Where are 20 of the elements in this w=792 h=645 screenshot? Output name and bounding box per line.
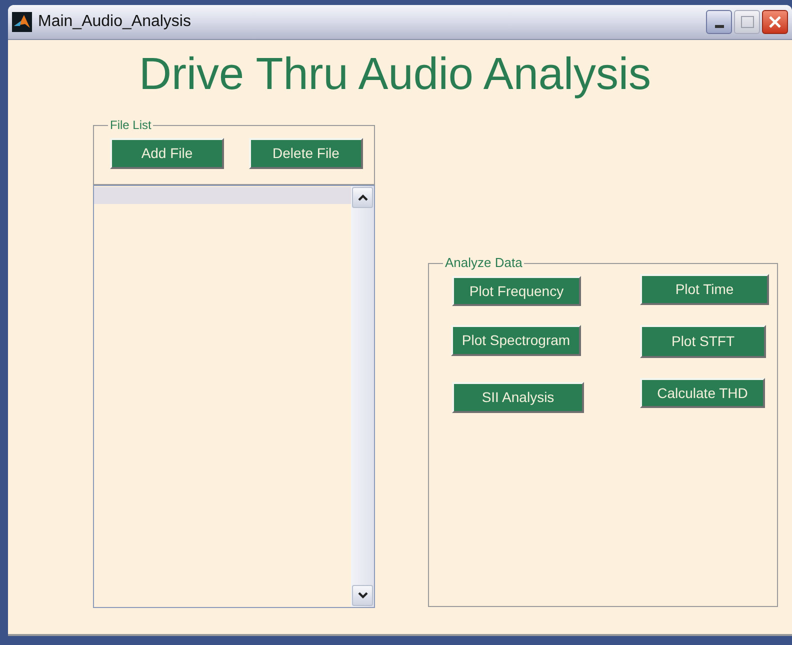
app-logo-icon [12,12,32,32]
analysis-button[interactable]: Plot Spectrogram [451,325,581,356]
analysis-button[interactable]: Plot Time [640,274,769,305]
scroll-up-button[interactable] [352,187,373,208]
file-button[interactable]: Delete File [249,138,363,169]
analysis-button[interactable]: Plot Frequency [452,276,581,306]
app-heading: Drive Thru Audio Analysis [139,50,651,98]
close-icon [768,15,782,29]
panel-title: Analyze Data [443,255,524,271]
chevron-up-icon [358,194,368,201]
analysis-button[interactable]: SII Analysis [452,382,584,413]
window-title: Main_Audio_Analysis [38,12,192,32]
minimize-button[interactable] [706,10,732,34]
file-button[interactable]: Add File [110,138,224,169]
analysis-button[interactable]: Plot STFT [640,325,766,358]
scrollbar[interactable] [351,186,374,607]
scroll-down-button[interactable] [352,585,373,606]
analysis-button[interactable]: Calculate THD [640,378,765,408]
close-button[interactable] [762,10,788,34]
chevron-down-icon [358,592,368,599]
